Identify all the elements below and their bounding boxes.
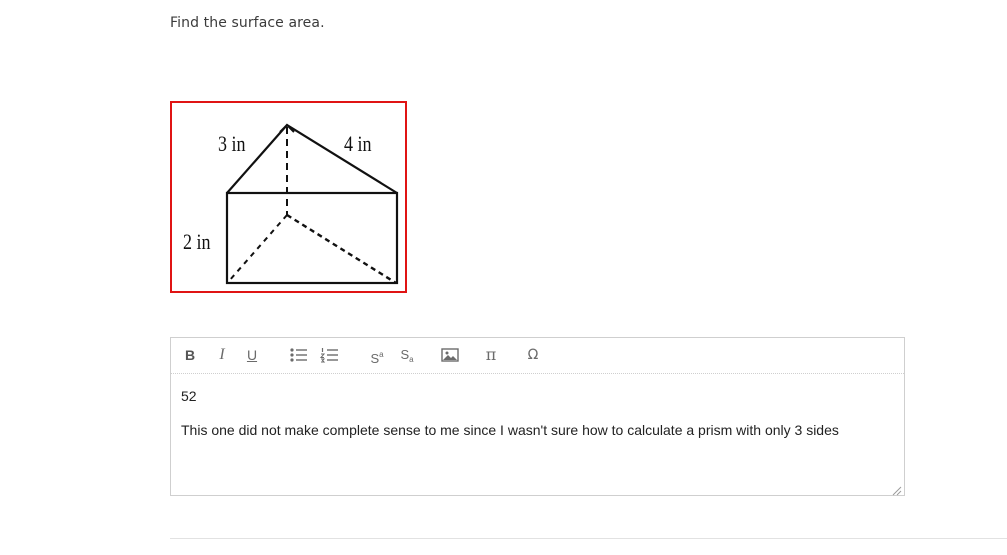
insert-pi-button[interactable]: π — [481, 345, 501, 365]
prism-hidden-right-edge — [286, 213, 397, 285]
numbered-list-button[interactable] — [319, 345, 341, 365]
label-height: 2 in — [183, 229, 211, 254]
bold-button[interactable]: B — [183, 345, 197, 365]
prism-front-face — [225, 191, 399, 285]
label-left-slant: 3 in — [218, 131, 246, 156]
superscript-button[interactable]: Sa — [366, 345, 388, 366]
superscript-base: S — [370, 351, 380, 366]
resize-handle[interactable] — [890, 481, 902, 496]
label-right-slant: 4 in — [344, 131, 372, 156]
bulleted-list-button[interactable] — [288, 345, 310, 365]
subscript-button[interactable]: Sa — [396, 345, 418, 365]
image-icon — [441, 348, 459, 362]
resize-handle-icon — [892, 486, 902, 496]
bulleted-list-icon — [290, 348, 307, 362]
page: Find the surface area. 3 in 4 in 2 in B … — [0, 0, 1007, 555]
bottom-divider — [170, 538, 1007, 539]
answer-text: 52 — [181, 388, 197, 404]
editor-content[interactable]: 52 This one did not make complete sense … — [181, 388, 894, 438]
question-prompt: Find the surface area. — [170, 15, 325, 31]
superscript-mark: a — [379, 350, 384, 359]
underline-button[interactable]: U — [245, 345, 259, 365]
subscript-mark: a — [409, 355, 414, 364]
insert-image-button[interactable] — [439, 345, 461, 365]
italic-button[interactable]: I — [215, 345, 229, 365]
comment-text: This one did not make complete sense to … — [181, 422, 839, 438]
rich-text-editor[interactable]: B I U Sa Sa π Ω 52 This one did not make… — [170, 337, 905, 496]
prism-figure: 3 in 4 in 2 in — [170, 101, 407, 293]
numbered-list-icon — [319, 348, 338, 363]
insert-special-character-button[interactable]: Ω — [523, 345, 543, 365]
editor-toolbar: B I U Sa Sa π Ω — [171, 338, 904, 374]
prism-hidden-left-edge — [228, 214, 288, 282]
subscript-base: S — [400, 347, 410, 362]
